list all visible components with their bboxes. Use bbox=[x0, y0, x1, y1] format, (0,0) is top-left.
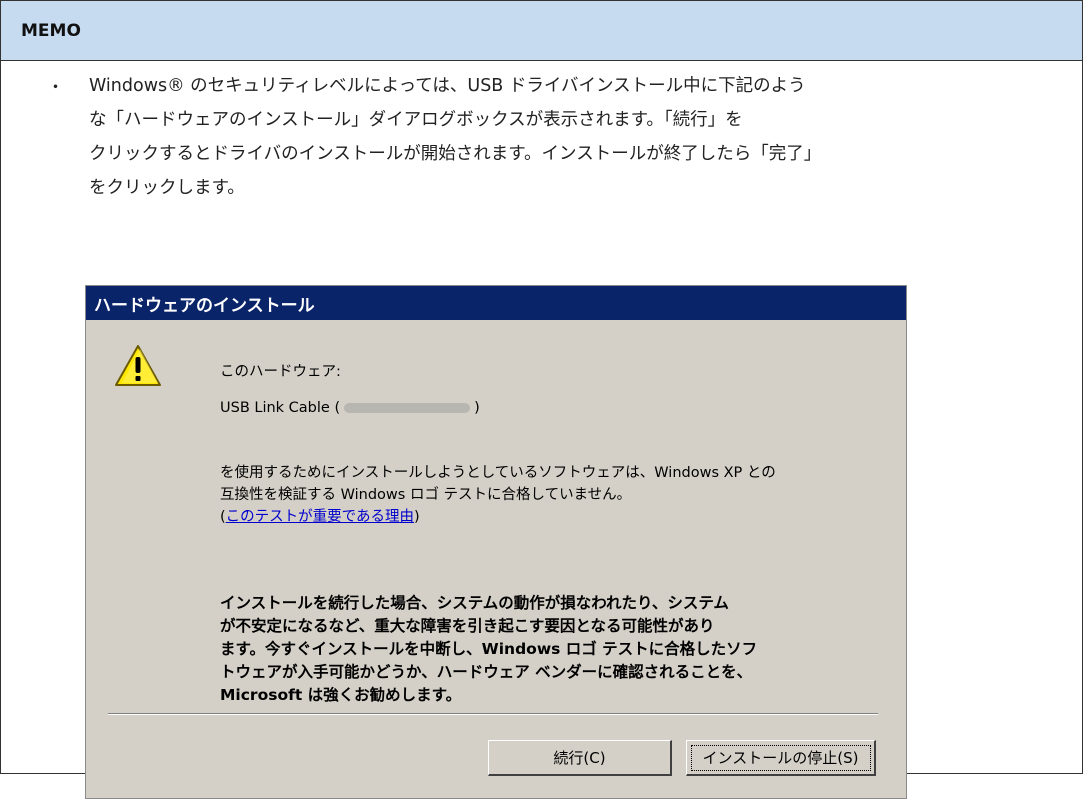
device-prefix: USB Link Cable ( bbox=[220, 400, 341, 416]
message-line: 互換性を検証する Windows ロゴ テストに合格していません。 bbox=[220, 487, 632, 503]
memo-box: MEMO ・ Windows® のセキュリティレベルによっては、USB ドライバ… bbox=[0, 0, 1083, 799]
continue-button[interactable]: 続行(C) bbox=[488, 740, 672, 776]
link-line: (このテストが重要である理由) bbox=[220, 506, 880, 528]
memo-line: Windows® のセキュリティレベルによっては、USB ドライバインストール中… bbox=[89, 76, 806, 96]
warning-line: トウェアが入手可能かどうか、ハードウェア ベンダーに確認されることを、 bbox=[220, 663, 753, 681]
redacted-device-id bbox=[344, 403, 471, 413]
message-line: を使用するためにインストールしようとしているソフトウェアは、Windows XP… bbox=[220, 465, 776, 481]
warning-line: Microsoft は強くお勧めします。 bbox=[220, 686, 462, 704]
stop-installation-button[interactable]: インストールの停止(S) bbox=[686, 740, 876, 776]
link-close-paren: ) bbox=[414, 509, 420, 525]
warning-message: インストールを続行した場合、システムの動作が損なわれたり、システム が不安定にな… bbox=[220, 592, 880, 707]
hardware-install-dialog-screenshot: ハードウェアのインストール このハードウェア: USB Link Cable (… bbox=[85, 285, 907, 799]
hardware-label: このハードウェア: bbox=[220, 364, 341, 380]
compatibility-message: を使用するためにインストールしようとしているソフトウェアは、Windows XP… bbox=[220, 462, 880, 528]
why-test-important-link[interactable]: このテストが重要である理由 bbox=[226, 509, 414, 525]
warning-line: ます。今すぐインストールを中断し、Windows ロゴ テストに合格したソフ bbox=[220, 640, 758, 658]
dialog-title-bar: ハードウェアのインストール bbox=[86, 286, 906, 320]
memo-line: クリックするとドライバのインストールが開始されます。インストールが終了したら「完… bbox=[89, 144, 822, 164]
dialog-separator bbox=[108, 713, 878, 715]
memo-paragraph: Windows® のセキュリティレベルによっては、USB ドライバインストール中… bbox=[89, 69, 1064, 205]
device-suffix: ) bbox=[474, 400, 480, 416]
warning-line: が不安定になるなど、重大な障害を引き起こす要因となる可能性があり bbox=[220, 617, 715, 635]
memo-header: MEMO bbox=[1, 1, 1082, 61]
warning-icon bbox=[115, 345, 161, 386]
device-name: USB Link Cable () bbox=[220, 400, 480, 416]
memo-line: な「ハードウェアのインストール」ダイアログボックスが表示されます。「続行」を bbox=[89, 110, 743, 130]
bullet-mark: ・ bbox=[47, 78, 64, 98]
dialog-title: ハードウェアのインストール bbox=[94, 295, 315, 316]
memo-line: をクリックします。 bbox=[89, 178, 245, 198]
memo-title: MEMO bbox=[21, 20, 81, 41]
warning-line: インストールを続行した場合、システムの動作が損なわれたり、システム bbox=[220, 594, 729, 612]
